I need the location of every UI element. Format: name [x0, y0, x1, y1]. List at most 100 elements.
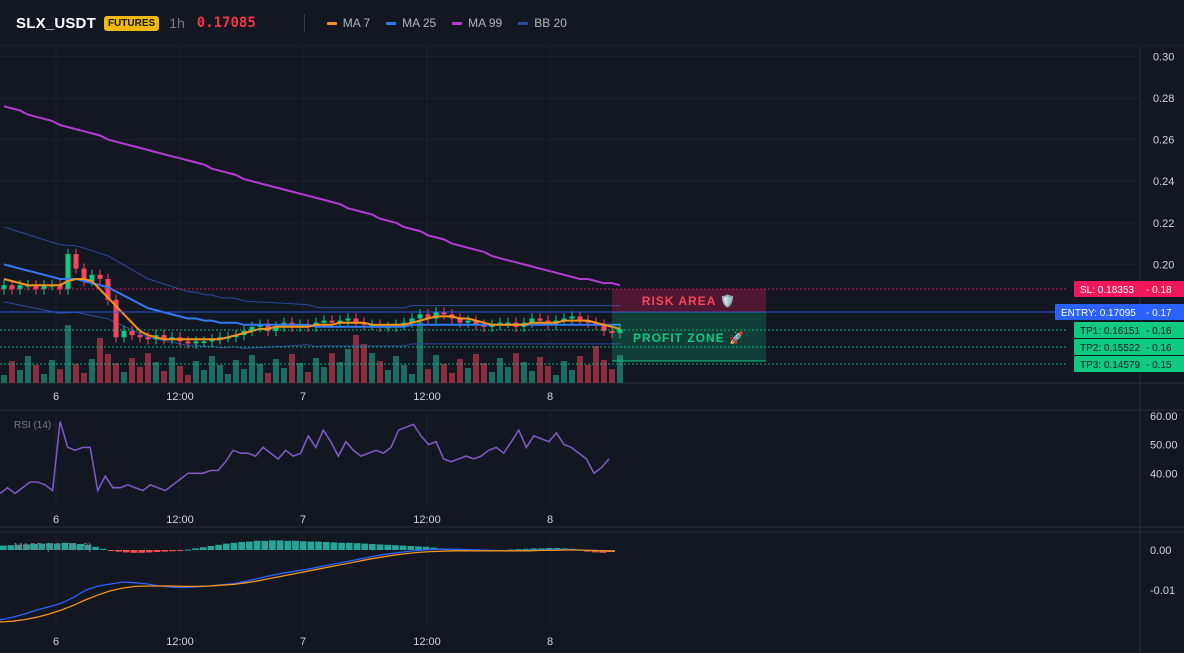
volume-bar [481, 363, 487, 383]
volume-bar [553, 375, 559, 383]
rsi-path [0, 421, 610, 495]
volume-bar [329, 353, 335, 383]
macd-hist-bar [199, 547, 207, 550]
macd-hist-bar [299, 541, 307, 550]
macd-hist-bar [222, 543, 230, 550]
volume-bar [313, 358, 319, 383]
volume-bar [281, 368, 287, 383]
chart-canvas[interactable]: RISK AREA 🛡️PROFIT ZONE 🚀 0.300.280.260.… [0, 0, 1184, 653]
volume-bar [105, 354, 111, 383]
price-pane[interactable]: RISK AREA 🛡️ PROFIT ZONE 🚀 [0, 46, 1140, 383]
rsi-tick-label: 50.00 [1150, 440, 1178, 452]
price-tick-label: 0.24 [1153, 176, 1174, 188]
macd-hist-bar [284, 540, 292, 550]
volume-bar [545, 366, 551, 383]
volume-bar [353, 335, 359, 383]
volume-bar [25, 356, 31, 383]
time-label: 8 [547, 636, 553, 648]
time-label: 6 [53, 636, 59, 648]
time-axis-rsi: 6 12:00 7 12:00 8 [53, 514, 553, 526]
trade-levels [0, 288, 1068, 365]
volume-bar [257, 364, 263, 383]
volume-bar [345, 349, 351, 383]
volume-bar [161, 371, 167, 383]
macd-hist-bar [307, 541, 315, 550]
candle-body [417, 314, 423, 319]
candle-body [185, 341, 191, 344]
macd-hist-bar [215, 544, 222, 550]
volume-bar [457, 359, 463, 383]
volume-bar [145, 353, 151, 383]
volume-bar [177, 366, 183, 383]
volume-bar [209, 356, 215, 383]
time-label: 12:00 [413, 391, 441, 403]
macd-hist-bar [230, 542, 238, 550]
volume-bar [537, 357, 543, 383]
macd-pane[interactable]: MACD (12, 26, 9) 0.00 -0.01 [0, 532, 1175, 628]
volume-bar [609, 369, 615, 383]
volume-bar [601, 360, 607, 383]
ma25-line [3, 263, 620, 328]
volume-bar [409, 374, 415, 383]
macd-hist-bar [292, 540, 299, 550]
volume-bar [297, 363, 303, 383]
time-label: 12:00 [166, 514, 194, 526]
candles [1, 248, 623, 349]
rsi-title: RSI (14) [14, 420, 51, 431]
volume-bar [89, 359, 95, 383]
macd-hist-bar [161, 550, 169, 552]
volume-bar [65, 325, 71, 383]
ma99-path [3, 105, 621, 287]
volume-bar [321, 367, 327, 383]
macd-hist-bar [92, 546, 99, 550]
candle-body [73, 254, 79, 269]
profit-zone-label: PROFIT ZONE 🚀 [633, 331, 745, 345]
price-tick-label: 0.28 [1153, 93, 1174, 105]
level-tag-label: TP3: 0.14579 [1080, 360, 1140, 371]
time-label: 12:00 [166, 636, 194, 648]
rsi-pane[interactable]: RSI (14) 60.00 50.00 40.00 [0, 410, 1178, 505]
level-value-label: - 0.17 [1146, 308, 1172, 319]
volume-bar [57, 369, 63, 383]
macd-hist-bar [276, 540, 284, 550]
candle-body [137, 335, 143, 338]
macd-hist-bar [407, 546, 415, 550]
candle-body [321, 320, 327, 323]
volume-bar [265, 373, 271, 383]
rsi-line [0, 421, 610, 495]
time-label: 7 [300, 391, 306, 403]
macd-hist-bar [376, 544, 384, 550]
volume-bar [401, 365, 407, 383]
volume-bar [289, 354, 295, 383]
macd-hist-bar [115, 550, 122, 552]
level-tag-label: ENTRY: 0.17095 [1061, 308, 1136, 319]
bb-upper [3, 226, 620, 309]
volume-bar [521, 362, 527, 383]
rsi-tick-label: 40.00 [1150, 468, 1178, 480]
candle-body [465, 320, 471, 323]
volume-bar [473, 354, 479, 383]
time-label: 8 [547, 514, 553, 526]
candle-body [145, 337, 151, 340]
macd-hist-bar [123, 550, 130, 553]
macd-hist-bar [345, 542, 353, 550]
candle-body [569, 316, 575, 319]
signal-path [0, 549, 616, 623]
macd-tick-label: -0.01 [1150, 585, 1175, 597]
volume-bar [441, 364, 447, 383]
price-axis[interactable]: 0.30 0.28 0.26 0.24 0.22 0.20 [1153, 51, 1174, 271]
price-tick-label: 0.22 [1153, 218, 1174, 230]
time-label: 12:00 [413, 636, 441, 648]
level-value-label: - 0.15 [1146, 360, 1172, 371]
volume-bar [273, 359, 279, 383]
volume-bar [33, 365, 39, 383]
macd-hist-bar [207, 546, 215, 550]
macd-hist-bar [338, 542, 345, 550]
candle-body [441, 312, 447, 315]
ma99-line [3, 105, 621, 287]
macd-path [0, 548, 615, 621]
macd-title: MACD (12, 26, 9) [14, 542, 92, 553]
volume-bar [121, 372, 127, 383]
macd-hist-bar [384, 544, 392, 550]
level-tag-label: TP1: 0.16151 [1080, 326, 1140, 337]
